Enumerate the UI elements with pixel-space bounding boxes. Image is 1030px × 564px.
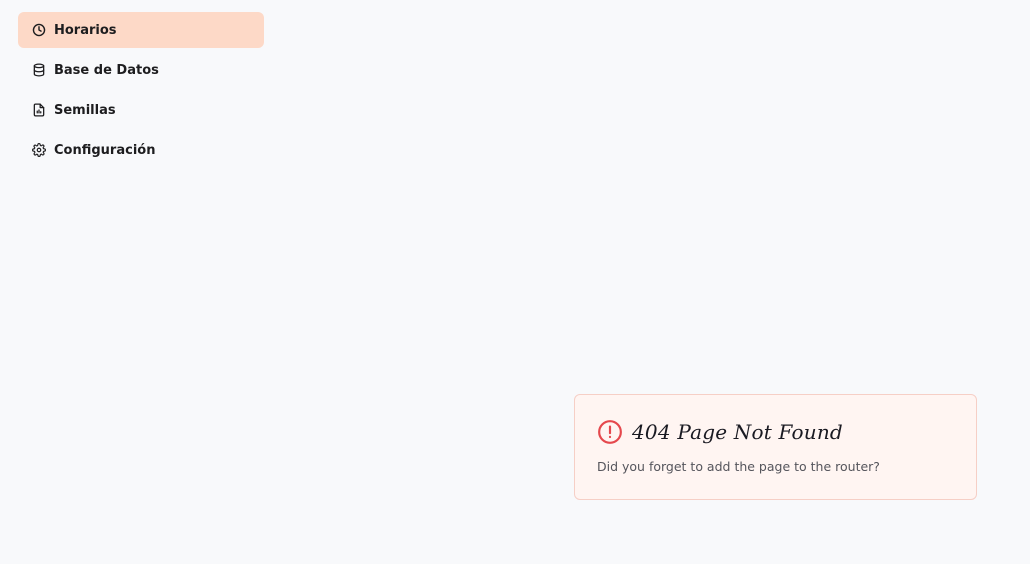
sidebar-item-configuracion[interactable]: Configuración bbox=[18, 132, 264, 168]
alert-message: Did you forget to add the page to the ro… bbox=[597, 459, 880, 474]
alert-title: 404 Page Not Found bbox=[632, 420, 843, 444]
sidebar: Horarios Base de Datos Semillas Configur… bbox=[18, 12, 264, 172]
database-icon bbox=[32, 63, 46, 77]
not-found-alert: 404 Page Not Found Did you forget to add… bbox=[574, 394, 977, 500]
sidebar-item-label: Base de Datos bbox=[54, 62, 159, 78]
sidebar-item-label: Horarios bbox=[54, 22, 117, 38]
sidebar-item-label: Configuración bbox=[54, 142, 156, 158]
file-icon bbox=[32, 103, 46, 117]
alert-header: 404 Page Not Found bbox=[597, 417, 954, 447]
sidebar-item-semillas[interactable]: Semillas bbox=[18, 92, 264, 128]
sidebar-item-horarios[interactable]: Horarios bbox=[18, 12, 264, 48]
sidebar-item-label: Semillas bbox=[54, 102, 116, 118]
clock-icon bbox=[32, 23, 46, 37]
gear-icon bbox=[32, 143, 46, 157]
alert-circle-icon bbox=[597, 419, 623, 445]
sidebar-item-base-de-datos[interactable]: Base de Datos bbox=[18, 52, 264, 88]
